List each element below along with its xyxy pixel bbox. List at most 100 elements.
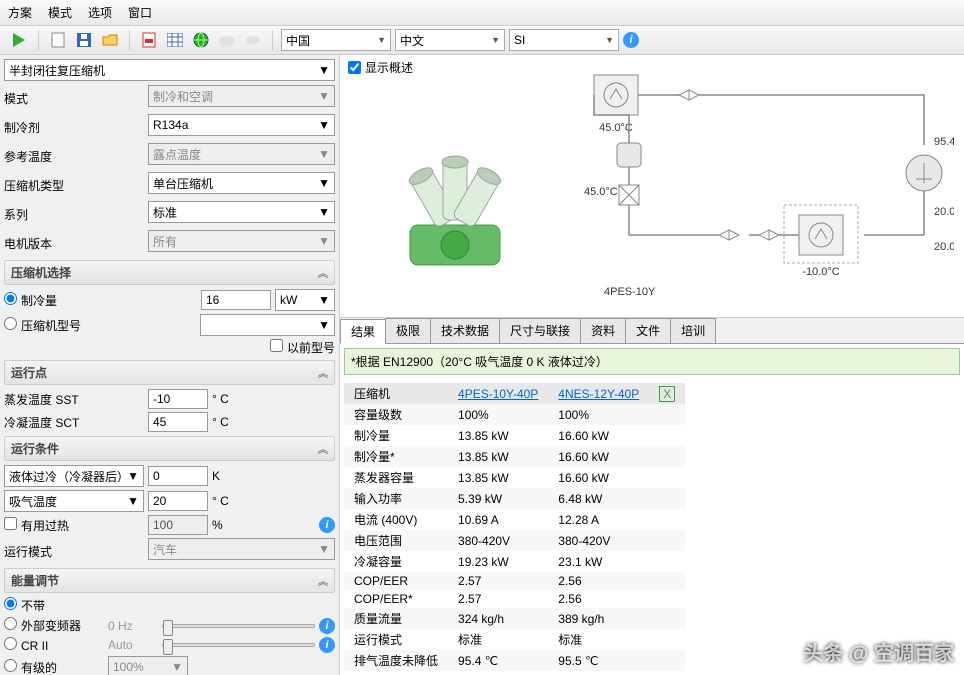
model-combo[interactable]: ▼ [200,314,335,336]
subcool-input[interactable] [148,466,208,486]
tab-1[interactable]: 极限 [385,318,431,343]
menu-options[interactable]: 选项 [88,4,112,21]
reftemp-combo[interactable]: 露点温度▼ [148,143,335,165]
globe-icon[interactable] [190,29,212,51]
motor-combo[interactable]: 所有▼ [148,230,335,252]
cond-unit: ° C [212,415,229,429]
cloud-icon [216,29,238,51]
info-icon[interactable]: i [319,618,335,634]
disk-icon [242,29,264,51]
operating-point-header[interactable]: 运行点︽ [4,360,335,385]
result-table: 压缩机4PES-10Y-40P4NES-12Y-40PX容量级数100%100%… [344,383,960,671]
collapse-icon: ︽ [318,573,328,588]
legacy-check[interactable]: 以前型号 [270,339,335,356]
info-icon[interactable]: i [319,517,335,533]
reftemp-label: 参考温度 [4,148,144,165]
suction-combo[interactable]: 吸气温度▼ [4,490,144,512]
evap-label: 蒸发温度 SST [4,391,144,408]
ext-slider[interactable] [162,624,315,628]
ext-radio[interactable]: 外部变频器 [4,617,104,634]
table-row: 制冷量13.85 kW16.60 kW [344,425,685,446]
useful-input [148,515,208,535]
table-row: COP/EER*2.572.56 [344,590,685,608]
units-combo[interactable]: SI▼ [509,29,619,51]
model-link-1[interactable]: 4PES-10Y-40P [458,387,538,401]
capacity-radio[interactable]: 制冷量 [4,292,57,309]
system-diagram: 显示概述 45.0°C 95.4°C 20.0°C 20.0°C [340,55,964,318]
left-panel: 半封闭往复压缩机▼ 模式制冷和空调▼ 制冷剂R134a▼ 参考温度露点温度▼ 压… [0,55,340,675]
svg-text:20.0°C: 20.0°C [934,206,954,218]
cond-input[interactable] [148,412,208,432]
stage-radio[interactable]: 有级的 [4,659,104,675]
table-row: 制冷量*13.85 kW16.60 kW [344,446,685,467]
tab-0[interactable]: 结果 [340,319,386,344]
overview-check[interactable]: 显示概述 [348,59,413,76]
runmode-combo[interactable]: 汽车▼ [148,538,335,560]
pdf-icon[interactable] [138,29,160,51]
evap-unit: ° C [212,392,229,406]
stage-combo[interactable]: 100%▼ [108,656,188,675]
capacity-input[interactable] [201,290,271,310]
energy-header[interactable]: 能量调节︽ [4,568,335,593]
tab-2[interactable]: 技术数据 [430,318,500,343]
toolbar: 中国▼ 中文▼ SI▼ i [0,26,964,55]
svg-text:4PES-10Y: 4PES-10Y [604,286,656,298]
suction-unit: ° C [212,494,229,508]
menu-plan[interactable]: 方案 [8,4,32,21]
svg-text:20.0°C: 20.0°C [934,241,954,253]
table-icon[interactable] [164,29,186,51]
compressor-type-combo[interactable]: 半封闭往复压缩机▼ [4,59,335,81]
excel-icon[interactable]: X [659,386,675,402]
table-row: COP/EER2.572.56 [344,572,685,590]
table-row: 电压范围380-420V380-420V [344,530,685,551]
cond-label: 冷凝温度 SCT [4,414,144,431]
model-link-2[interactable]: 4NES-12Y-40P [558,387,639,401]
table-row: 排气温度未降低95.4 ℃95.5 ℃ [344,650,685,671]
capacity-unit-combo[interactable]: kW▼ [275,289,335,311]
menu-window[interactable]: 窗口 [128,4,152,21]
open-icon[interactable] [99,29,121,51]
collapse-icon: ︽ [318,365,328,380]
table-row: 蒸发器容量13.85 kW16.60 kW [344,467,685,488]
useful-check[interactable]: 有用过热 [4,517,144,534]
subcool-combo[interactable]: 液体过冷（冷凝器后）▼ [4,465,144,487]
series-label: 系列 [4,206,144,223]
run-icon[interactable] [8,29,30,51]
runmode-label: 运行模式 [4,543,144,560]
crii-slider[interactable] [162,643,315,647]
mode-combo[interactable]: 制冷和空调▼ [148,85,335,107]
svg-text:95.4°C: 95.4°C [934,136,954,148]
info-icon[interactable]: i [623,32,639,48]
collapse-icon: ︽ [318,441,328,456]
crii-radio[interactable]: CR II [4,637,104,653]
new-icon[interactable] [47,29,69,51]
table-row: 冷凝容量19.23 kW23.1 kW [344,551,685,572]
collapse-icon: ︽ [318,265,328,280]
none-radio[interactable]: 不带 [4,597,45,614]
useful-unit: % [212,518,223,532]
tab-3[interactable]: 尺寸与联接 [499,318,581,343]
mode-label: 模式 [4,90,144,107]
table-row: 质量流量324 kg/h389 kg/h [344,608,685,629]
refrigerant-combo[interactable]: R134a▼ [148,114,335,136]
compressor-icon [370,135,540,295]
op-conditions-header[interactable]: 运行条件︽ [4,436,335,461]
evap-input[interactable] [148,389,208,409]
compressor-select-header[interactable]: 压缩机选择︽ [4,260,335,285]
series-combo[interactable]: 标准▼ [148,201,335,223]
language-combo[interactable]: 中文▼ [395,29,505,51]
comptype-label: 压缩机类型 [4,177,144,194]
country-combo[interactable]: 中国▼ [281,29,391,51]
model-radio[interactable]: 压缩机型号 [4,317,81,334]
subcool-unit: K [212,469,220,483]
suction-input[interactable] [148,491,208,511]
save-icon[interactable] [73,29,95,51]
menu-mode[interactable]: 模式 [48,4,72,21]
info-icon[interactable]: i [319,637,335,653]
refrigeration-schematic: 45.0°C 95.4°C 20.0°C 20.0°C -10.0°C 45.0… [574,65,954,335]
menu-bar: 方案 模式 选项 窗口 [0,0,964,26]
comptype-combo[interactable]: 单台压缩机▼ [148,172,335,194]
crii-val: Auto [108,638,158,652]
svg-text:45.0°C: 45.0°C [599,122,633,134]
col-label: 压缩机 [344,383,448,404]
